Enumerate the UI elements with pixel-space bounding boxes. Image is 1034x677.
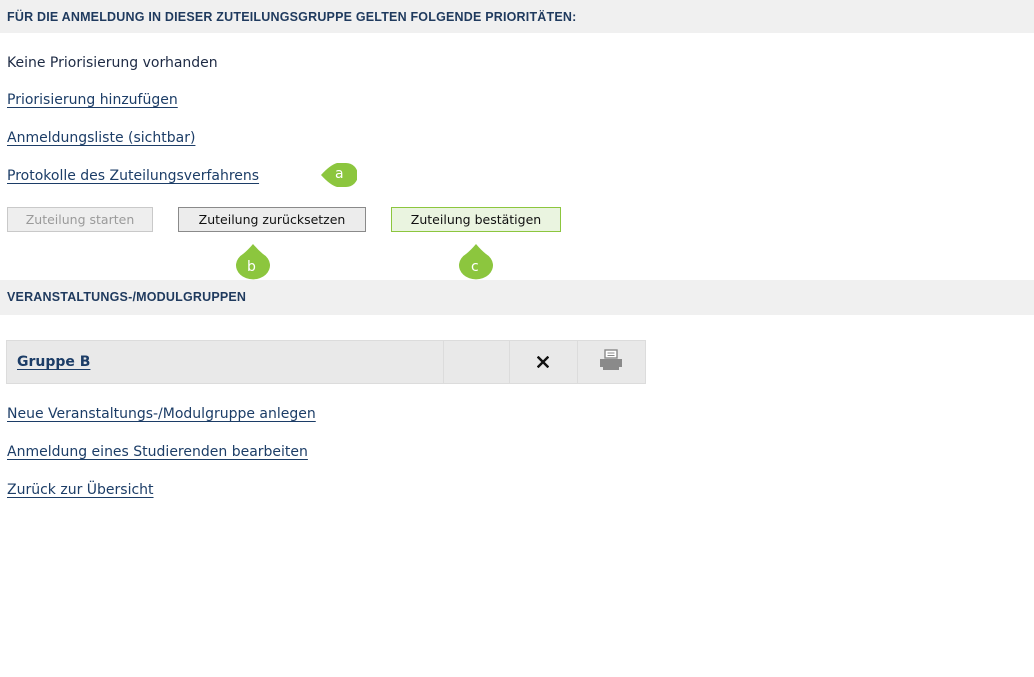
printer-icon [600, 349, 623, 370]
annotation-marker-c: c [459, 244, 493, 282]
start-allocation-button[interactable]: Zuteilung starten [7, 207, 153, 232]
close-icon [536, 355, 550, 368]
module-groups-header: VERANSTALTUNGS-/MODULGRUPPEN [0, 280, 1034, 315]
module-groups-table: Gruppe B [6, 340, 647, 384]
no-priority-text: Keine Priorisierung vorhanden [7, 55, 218, 71]
group-name-cell: Gruppe B [6, 340, 444, 384]
table-row: Gruppe B [6, 340, 647, 384]
empty-cell [442, 340, 510, 384]
confirm-allocation-button[interactable]: Zuteilung bestätigen [391, 207, 561, 232]
registration-list-link[interactable]: Anmeldungsliste (sichtbar) [7, 130, 195, 146]
delete-group-button[interactable] [508, 340, 578, 384]
annotation-marker-b: b [236, 244, 270, 282]
back-to-overview-link[interactable]: Zurück zur Übersicht [7, 482, 154, 498]
marker-c-label: c [471, 259, 479, 275]
new-module-group-link[interactable]: Neue Veranstaltungs-/Modulgruppe anlegen [7, 406, 316, 422]
reset-allocation-button[interactable]: Zuteilung zurücksetzen [178, 207, 366, 232]
group-link[interactable]: Gruppe B [17, 354, 90, 370]
print-group-button[interactable] [576, 340, 647, 384]
edit-student-registration-link[interactable]: Anmeldung eines Studierenden bearbeiten [7, 444, 308, 460]
marker-a-label: a [335, 166, 344, 182]
marker-b-label: b [247, 259, 256, 275]
annotation-marker-a: a [321, 162, 357, 188]
allocation-protocols-link[interactable]: Protokolle des Zuteilungsverfahrens [7, 168, 259, 184]
add-priority-link[interactable]: Priorisierung hinzufügen [7, 92, 178, 108]
priorities-header: FÜR DIE ANMELDUNG IN DIESER ZUTEILUNGSGR… [0, 0, 1034, 33]
